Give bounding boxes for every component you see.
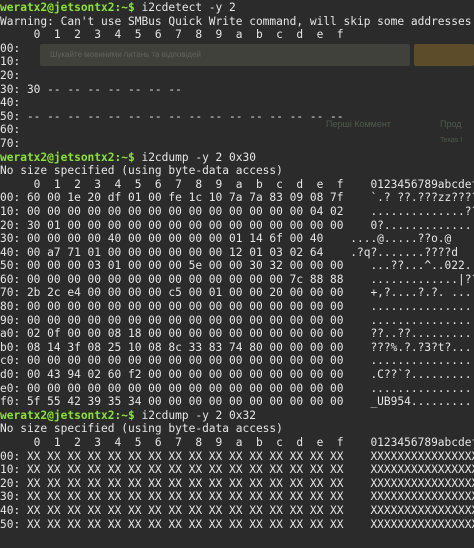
output-line: 60: xyxy=(0,123,21,137)
output-line: No size specified (using byte-data acces… xyxy=(0,422,283,436)
command-text: i2cdump -y 2 0x32 xyxy=(134,408,256,422)
output-line: 20: XX XX XX XX XX XX XX XX XX XX XX XX … xyxy=(0,476,474,490)
output-line: f0: 5f 55 42 39 35 34 00 00 00 00 00 00 … xyxy=(0,395,474,409)
command-text: i2cdetect -y 2 xyxy=(134,1,236,14)
output-line: 50: -- -- -- -- -- -- -- -- -- -- -- -- … xyxy=(0,109,344,123)
output-line: d0: 00 43 94 02 60 f2 00 00 00 00 00 00 … xyxy=(0,368,474,382)
terminal-window[interactable]: Шукайте мовиними питань та відповідей Пе… xyxy=(0,0,474,548)
output-line: 10: 00 00 00 00 00 00 00 00 00 00 00 00 … xyxy=(0,204,474,218)
output-line: c0: 00 00 00 00 00 00 00 00 00 00 00 00 … xyxy=(0,354,474,368)
output-line: 30: 30 -- -- -- -- -- -- -- xyxy=(0,82,182,96)
output-line: 10: XX XX XX XX XX XX XX XX XX XX XX XX … xyxy=(0,463,474,477)
output-line: 40: XX XX XX XX XX XX XX XX XX XX XX XX … xyxy=(0,503,474,517)
prompt-line: weratx2@jetsontx2:~$ i2cdetect -y 2 xyxy=(0,1,474,15)
output-line: 00: XX XX XX XX XX XX XX XX XX XX XX XX … xyxy=(0,449,474,463)
output-line: 20: xyxy=(0,68,21,82)
output-line: e0: 00 00 00 00 00 00 00 00 00 00 00 00 … xyxy=(0,381,474,395)
prompt-line: weratx2@jetsontx2:~$ i2cdump -y 2 0x30 xyxy=(0,151,474,165)
prompt-user-host: weratx2@jetsontx2:~$ xyxy=(0,408,135,422)
output-line: 70: xyxy=(0,136,21,150)
terminal-output: weratx2@jetsontx2:~$ i2cdetect -y 2 Warni… xyxy=(0,0,474,531)
output-line: 00: 60 00 1e 20 df 01 00 fe 1c 10 7a 7a … xyxy=(0,191,474,205)
output-line: 40: xyxy=(0,96,21,110)
output-line: Warning: Can't use SMBus Quick Write com… xyxy=(0,14,472,28)
output-line: 30: XX XX XX XX XX XX XX XX XX XX XX XX … xyxy=(0,490,474,504)
prompt-user-host: weratx2@jetsontx2:~$ xyxy=(0,150,135,164)
command-text: i2cdump -y 2 0x30 xyxy=(134,150,256,164)
prompt-line: weratx2@jetsontx2:~$ i2cdump -y 2 0x32 xyxy=(0,409,474,423)
output-line: 50: XX XX XX XX XX XX XX XX XX XX XX XX … xyxy=(0,517,474,531)
output-line: 90: 00 00 00 00 00 00 00 00 00 00 00 00 … xyxy=(0,313,474,327)
output-line: 10: xyxy=(0,55,21,69)
output-line: 80: 00 00 00 00 00 00 00 00 00 00 00 00 … xyxy=(0,300,474,314)
output-line: 0 1 2 3 4 5 6 7 8 9 a b c d e f xyxy=(0,28,344,42)
output-line: 70: 2b 2c e4 00 00 00 00 c5 00 01 00 00 … xyxy=(0,286,474,300)
output-line: 60: 00 00 00 00 00 00 00 00 00 00 00 00 … xyxy=(0,272,474,286)
output-line: 20: 30 01 00 00 00 00 00 00 00 00 00 00 … xyxy=(0,218,474,232)
output-line: 50: 00 00 00 03 01 00 00 00 5e 00 00 30 … xyxy=(0,259,474,273)
output-line: a0: 02 0f 00 00 08 18 00 00 00 00 00 00 … xyxy=(0,327,474,341)
output-line: 00: xyxy=(0,41,21,55)
prompt-user-host: weratx2@jetsontx2:~$ xyxy=(0,1,135,14)
output-line: 30: 00 00 00 00 40 00 00 00 00 00 01 14 … xyxy=(0,232,452,246)
output-line: 0 1 2 3 4 5 6 7 8 9 a b c d e f 01234567… xyxy=(0,177,474,191)
output-line: 40: 00 a7 71 01 00 00 00 00 00 00 12 01 … xyxy=(0,245,459,259)
output-line: b0: 08 14 3f 08 25 10 08 8c 33 83 74 80 … xyxy=(0,340,474,354)
output-line: No size specified (using byte-data acces… xyxy=(0,164,283,178)
output-line: 0 1 2 3 4 5 6 7 8 9 a b c d e f 01234567… xyxy=(0,436,474,449)
